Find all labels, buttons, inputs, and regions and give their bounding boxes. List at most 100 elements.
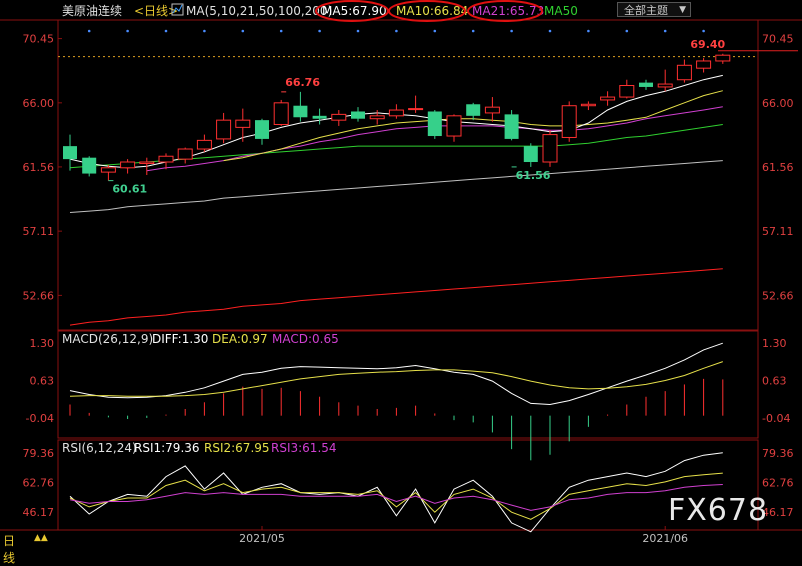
price-tick-right: 66.00 xyxy=(762,97,794,110)
theme-button-label: 全部主题 xyxy=(624,4,668,17)
macd-tick-right: -0.04 xyxy=(762,412,790,425)
rsi3-value: RSI3:61.54 xyxy=(271,441,337,455)
candle xyxy=(100,164,116,181)
macd-diff-line xyxy=(69,342,723,406)
rsi-tick-right: 79.36 xyxy=(762,447,794,460)
low-price-label: 61.56 xyxy=(516,169,551,182)
event-marker-dot xyxy=(702,29,705,33)
candle-body xyxy=(466,104,481,116)
candle xyxy=(196,134,212,152)
x-tick-label: 2021/05 xyxy=(239,532,285,545)
period-switch-arrows-icon[interactable]: ▲▲ xyxy=(34,533,48,543)
candle-body xyxy=(369,115,385,120)
price-tick-right: 70.45 xyxy=(762,33,794,46)
candle xyxy=(82,156,97,177)
macd-dea-value: DEA:0.97 xyxy=(212,332,268,346)
rsi2-value: RSI2:67.95 xyxy=(204,441,270,455)
ma10-value: MA10:66.84 xyxy=(396,4,468,18)
candle xyxy=(63,134,77,171)
macd-hist-value: MACD:0.65 xyxy=(272,332,339,346)
high-price-label: 66.76 xyxy=(285,76,320,89)
candle xyxy=(120,159,136,174)
candle xyxy=(446,114,462,142)
event-marker-dot xyxy=(241,29,245,33)
theme-dropdown-button[interactable]: 全部主题 ▼ xyxy=(617,2,691,17)
low-price-label: 60.61 xyxy=(112,183,147,196)
event-marker-dot xyxy=(471,29,475,33)
candle xyxy=(696,58,712,73)
candle-body xyxy=(100,167,116,173)
ma-label: MA(5,10,21,50,100,200) xyxy=(186,4,332,18)
x-tick-label: 2021/06 xyxy=(642,532,688,545)
rsi1-value: RSI1:79.36 xyxy=(134,441,200,455)
chart-canvas: 美原油连续 <日线> MA(5,10,21,50,100,200) MA5:67… xyxy=(0,0,802,545)
price-tick-left: 70.45 xyxy=(23,33,55,46)
candle xyxy=(255,118,269,145)
candle-body xyxy=(484,106,500,114)
instrument-name: 美原油连续 xyxy=(62,3,122,18)
candle-body xyxy=(351,111,365,119)
candle-body xyxy=(561,105,577,138)
price-tick-right: 57.11 xyxy=(762,225,794,238)
macd-tick-left: 0.63 xyxy=(30,375,55,388)
macd-tick-right: 0.63 xyxy=(762,375,787,388)
candle-body xyxy=(446,115,462,137)
candle xyxy=(408,95,424,113)
candle-body xyxy=(273,102,289,125)
rsi-tick-left: 79.36 xyxy=(23,447,55,460)
candle-body xyxy=(196,139,212,150)
candle xyxy=(388,104,404,119)
event-marker-dot xyxy=(164,29,168,33)
candle-body xyxy=(82,157,97,174)
candle-body xyxy=(139,161,155,164)
candle xyxy=(427,110,442,139)
price-tick-left: 57.11 xyxy=(23,225,55,238)
event-marker-dot xyxy=(356,29,360,33)
rsi-label: RSI(6,12,24) xyxy=(62,441,137,455)
ma21-value: MA21:65.73 xyxy=(472,4,544,18)
ma100-line xyxy=(69,160,723,213)
candle-body xyxy=(255,120,269,139)
chevron-down-icon: ▼ xyxy=(679,5,686,15)
event-marker-dot xyxy=(625,29,629,33)
candle-body xyxy=(388,109,404,117)
price-tick-left: 52.66 xyxy=(23,289,55,302)
event-marker-dot xyxy=(318,29,321,33)
candle xyxy=(657,69,673,92)
candle-body xyxy=(408,108,424,111)
candle xyxy=(504,110,519,141)
candle-body xyxy=(696,60,712,69)
panel-frame-1 xyxy=(57,330,759,439)
macd-label: MACD(26,12,9) xyxy=(62,332,153,346)
x-axis: 2021/05 2021/06 xyxy=(239,526,688,545)
candle xyxy=(216,112,232,144)
macd-dea-line xyxy=(69,361,723,397)
price-tick-left: 66.00 xyxy=(23,97,55,110)
candle-body xyxy=(657,83,673,88)
event-marker-dot xyxy=(433,29,437,33)
candle xyxy=(715,53,731,64)
candle-body xyxy=(542,134,558,163)
candle xyxy=(619,79,635,99)
panel-frame-0 xyxy=(57,19,759,331)
rsi-tick-right: 62.76 xyxy=(762,476,794,489)
candle xyxy=(580,101,596,111)
ma200-line xyxy=(69,268,723,326)
event-marker-dot xyxy=(126,29,129,33)
candle xyxy=(542,130,558,167)
macd-tick-left: 1.30 xyxy=(30,337,55,350)
event-marker-dot xyxy=(395,29,398,33)
candle xyxy=(331,110,347,126)
candle xyxy=(158,153,174,170)
candle xyxy=(639,79,653,90)
period-tab-daily[interactable]: 日线 xyxy=(3,532,15,566)
candle-body xyxy=(235,119,251,128)
candle xyxy=(523,143,538,167)
candle xyxy=(676,59,692,83)
candle xyxy=(600,91,616,106)
candle xyxy=(273,99,289,126)
candle-body xyxy=(504,114,519,139)
candle-body xyxy=(600,96,616,101)
price-tick-right: 52.66 xyxy=(762,289,794,302)
candle-body xyxy=(312,115,327,119)
